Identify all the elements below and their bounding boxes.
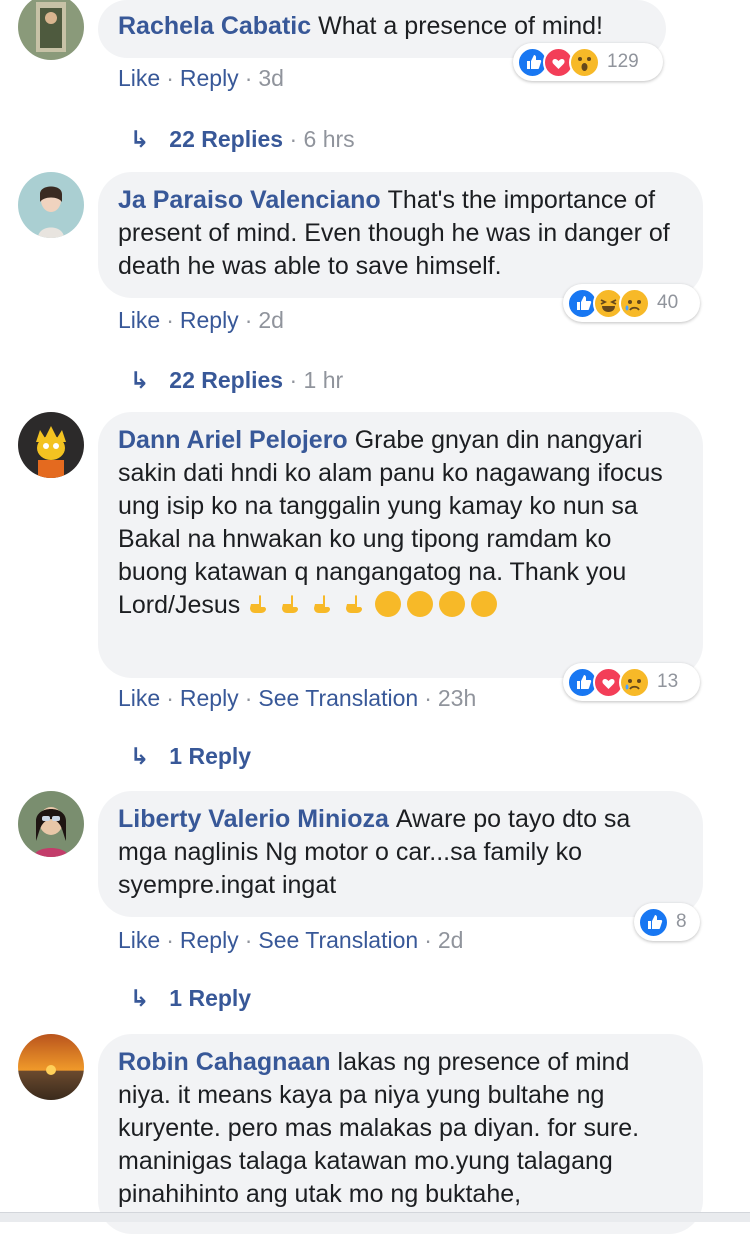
comment-author[interactable]: Ja Paraiso Valenciano <box>118 186 381 214</box>
reaction-count: 40 <box>657 292 679 313</box>
like-link[interactable]: Like <box>118 65 160 91</box>
view-replies-link[interactable]: ↳ 1 Reply <box>130 985 251 1012</box>
comment-timestamp[interactable]: 3d <box>258 65 284 91</box>
reactions-summary[interactable]: 13 <box>563 663 700 701</box>
comment-bubble: Ja Paraiso Valenciano That's the importan… <box>98 172 703 298</box>
relieved-face-emoji <box>471 591 498 617</box>
reaction-count: 129 <box>607 51 639 72</box>
reaction-count: 8 <box>676 911 687 932</box>
reply-link[interactable]: Reply <box>180 307 239 333</box>
avatar[interactable] <box>18 1034 84 1100</box>
relieved-face-emoji <box>407 591 434 617</box>
comment-actions: Like · Reply · See Translation · 2d <box>118 927 464 953</box>
comment-timestamp[interactable]: 2d <box>438 927 464 953</box>
reply-arrow-icon: ↳ <box>130 126 150 152</box>
wow-icon <box>569 46 600 78</box>
avatar[interactable] <box>18 0 84 60</box>
reply-arrow-icon: ↳ <box>130 743 150 769</box>
reply-link[interactable]: Reply <box>180 685 239 711</box>
avatar[interactable] <box>18 172 84 238</box>
reactions-summary[interactable]: 8 <box>634 903 700 941</box>
reply-link[interactable]: Reply <box>180 927 239 953</box>
pointing-hand-emoji <box>250 595 267 613</box>
comment-actions: Like · Reply · See Translation · 23h <box>118 685 477 711</box>
comment-actions: Like · Reply · 3d <box>118 65 284 91</box>
pointing-hand-emoji <box>282 595 299 613</box>
reaction-count: 13 <box>657 671 679 692</box>
pointing-hand-emoji <box>314 595 331 613</box>
view-replies-link[interactable]: ↳ 22 Replies · 6 hrs <box>130 126 355 153</box>
comment-timestamp[interactable]: 23h <box>438 685 476 711</box>
comment-actions: Like · Reply · 2d <box>118 307 284 333</box>
comment-author[interactable]: Robin Cahagnaan <box>118 1048 331 1076</box>
replies-timestamp: 1 hr <box>303 367 344 393</box>
like-link[interactable]: Like <box>118 685 160 711</box>
comment-author[interactable]: Dann Ariel Pelojero <box>118 426 348 454</box>
relieved-face-emoji <box>439 591 466 617</box>
sad-icon <box>619 287 650 319</box>
reactions-summary[interactable]: 40 <box>563 284 700 322</box>
comment-text: What a presence of mind! <box>318 12 604 40</box>
sad-icon <box>619 666 650 698</box>
view-replies-link[interactable]: ↳ 1 Reply <box>130 743 251 770</box>
reply-link[interactable]: Reply <box>180 65 239 91</box>
comment-timestamp[interactable]: 2d <box>258 307 284 333</box>
comment-author[interactable]: Liberty Valerio Minioza <box>118 805 389 833</box>
replies-timestamp: 6 hrs <box>303 126 355 152</box>
see-translation-link[interactable]: See Translation <box>258 685 418 711</box>
pointing-hand-emoji <box>346 595 363 613</box>
like-icon <box>638 906 669 938</box>
like-link[interactable]: Like <box>118 307 160 333</box>
relieved-face-emoji <box>375 591 402 617</box>
comment-bubble: Liberty Valerio Minioza Aware po tayo dto… <box>98 791 703 917</box>
reply-arrow-icon: ↳ <box>130 985 150 1011</box>
reply-arrow-icon: ↳ <box>130 367 150 393</box>
see-translation-link[interactable]: See Translation <box>258 927 418 953</box>
comment-bubble: Dann Ariel Pelojero Grabe gnyan din nangy… <box>98 412 703 678</box>
reactions-summary[interactable]: 129 <box>513 43 663 81</box>
comment-bubble: Robin Cahagnaan lakas ng presence of mind… <box>98 1034 703 1234</box>
view-replies-link[interactable]: ↳ 22 Replies · 1 hr <box>130 367 343 394</box>
avatar[interactable] <box>18 412 84 478</box>
avatar[interactable] <box>18 791 84 857</box>
like-link[interactable]: Like <box>118 927 160 953</box>
comment-author[interactable]: Rachela Cabatic <box>118 12 311 40</box>
emoji-sequence <box>247 591 503 619</box>
